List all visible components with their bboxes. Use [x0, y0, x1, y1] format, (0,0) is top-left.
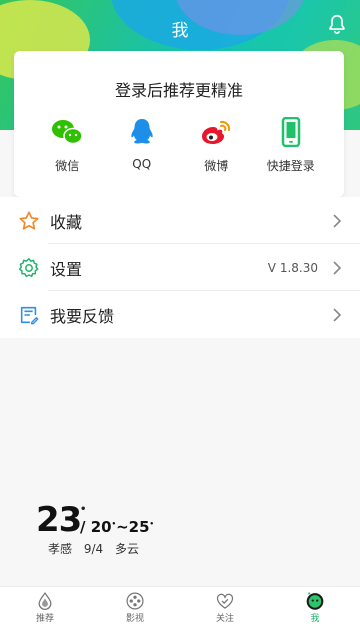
chevron-right-icon	[333, 307, 342, 322]
menu-item-label: 收藏	[50, 212, 83, 232]
phone-icon	[281, 117, 300, 147]
high-temperature: 25	[128, 518, 150, 536]
login-option-label: 快捷登录	[266, 159, 315, 173]
range-tilde: ~	[116, 518, 129, 536]
heart-icon	[216, 593, 234, 609]
tab-label: 我	[310, 614, 320, 624]
login-weibo-button[interactable]: 微博	[186, 117, 246, 174]
current-temperature: 23	[36, 500, 82, 540]
menu-list: 收藏 设置 V 1.8.30 我要反馈	[0, 197, 360, 338]
login-option-label: 微博	[204, 159, 229, 173]
menu-item-label: 设置	[50, 259, 83, 279]
temperature-range: / 20•~25•	[80, 518, 155, 536]
login-qq-button[interactable]: QQ	[112, 117, 172, 174]
bottom-tab-bar: 推荐 影视 关注 我	[0, 586, 360, 624]
tab-label: 推荐	[35, 614, 54, 624]
gear-icon	[18, 257, 39, 277]
qq-icon	[131, 119, 153, 144]
bell-icon[interactable]	[326, 13, 348, 35]
weather-date: 9/4	[83, 542, 104, 556]
tab-recommend[interactable]: 推荐	[0, 587, 90, 624]
chevron-right-icon	[333, 260, 342, 275]
tab-follow[interactable]: 关注	[180, 587, 270, 624]
login-title: 登录后推荐更精准	[114, 81, 243, 100]
login-card: 登录后推荐更精准 微信 QQ 微博 快捷登录	[14, 51, 344, 197]
menu-item-settings[interactable]: 设置 V 1.8.30	[0, 244, 360, 291]
page-title: 我	[171, 21, 189, 41]
tab-me[interactable]: 我	[270, 587, 360, 624]
drop-icon	[38, 591, 52, 610]
login-options: 微信 QQ 微博 快捷登录	[14, 117, 344, 174]
weather-city: 孝感	[48, 542, 73, 556]
film-reel-icon	[126, 592, 144, 610]
version-text: V 1.8.30	[267, 260, 318, 275]
menu-item-label: 我要反馈	[50, 306, 115, 326]
login-option-label: 微信	[55, 159, 80, 173]
weibo-icon	[202, 120, 231, 144]
weather-widget: 23 • / 20•~25• 孝感 9/4 多云	[36, 500, 196, 560]
tab-movies[interactable]: 影视	[90, 587, 180, 624]
chevron-right-icon	[333, 213, 342, 228]
menu-item-feedback[interactable]: 我要反馈	[0, 291, 360, 338]
wechat-icon	[52, 120, 83, 145]
weather-info: 孝感 9/4 多云	[48, 540, 147, 557]
tab-label: 关注	[215, 614, 234, 624]
face-icon	[306, 592, 324, 610]
login-phone-button[interactable]: 快捷登录	[261, 117, 321, 174]
tab-label: 影视	[125, 614, 144, 624]
login-wechat-button[interactable]: 微信	[37, 117, 97, 174]
star-icon	[19, 210, 39, 230]
login-option-label: QQ	[132, 157, 152, 171]
menu-item-favorites[interactable]: 收藏	[0, 197, 360, 244]
low-temperature: 20	[90, 518, 112, 536]
degree-icon: •	[80, 504, 87, 515]
feedback-icon	[20, 306, 39, 324]
range-separator: /	[80, 518, 86, 536]
weather-condition: 多云	[114, 542, 139, 556]
